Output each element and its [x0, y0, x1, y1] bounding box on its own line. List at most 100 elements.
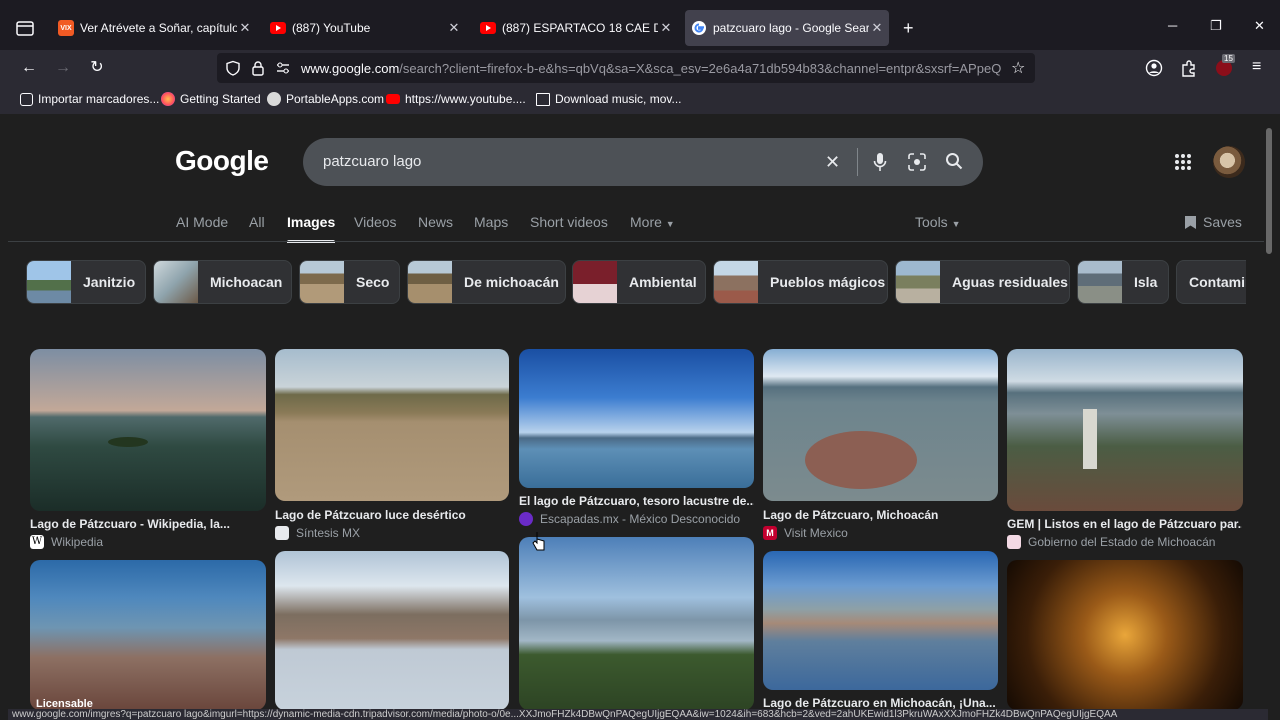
mouse-cursor-icon	[532, 532, 545, 551]
tools-button[interactable]: Tools ▼	[915, 214, 961, 230]
navigation-toolbar: ← → ↻ www.google.com/search?client=firef…	[0, 50, 1280, 86]
tab-google-search[interactable]: patzcuaro lago - Google Search ✕	[685, 10, 889, 46]
result-image[interactable]	[275, 349, 509, 501]
result-caption[interactable]: Lago de Pátzcuaro luce desértico	[275, 508, 510, 522]
gobierno-michoacan-icon	[1007, 535, 1021, 549]
bookmark-star-icon[interactable]: ☆	[1011, 58, 1025, 78]
result-source[interactable]: Escapadas.mx - México Desconocido	[519, 512, 740, 526]
search-type-tabs: AI Mode All Images Videos News Maps Shor…	[8, 214, 1264, 243]
close-window-button[interactable]: ✕	[1254, 18, 1265, 34]
tab-vix[interactable]: VIX Ver Atrévete a Soñar, capítulo 1 ✕	[52, 10, 257, 46]
result-image[interactable]	[30, 349, 266, 511]
chip-michoacan[interactable]: Michoacan	[153, 260, 292, 304]
permissions-icon[interactable]	[275, 61, 291, 75]
result-source[interactable]: W Wikipedia	[30, 535, 103, 549]
result-image[interactable]: Licensable	[30, 560, 266, 710]
bookmarks-toolbar: Importar marcadores... Getting Started P…	[0, 86, 1280, 114]
close-tab-icon[interactable]: ✕	[658, 20, 674, 36]
new-tab-button[interactable]: +	[903, 18, 914, 38]
youtube-icon	[270, 20, 286, 36]
result-caption[interactable]: Lago de Pátzcuaro, Michoacán	[763, 508, 998, 522]
chip-ambiental[interactable]: Ambiental	[572, 260, 706, 304]
chip-isla[interactable]: Isla	[1077, 260, 1169, 304]
tab-news[interactable]: News	[418, 214, 453, 230]
bookmark-getting-started[interactable]: Getting Started	[161, 92, 261, 106]
result-image[interactable]	[763, 349, 998, 501]
tab-title: patzcuaro lago - Google Search	[713, 21, 869, 35]
tab-more[interactable]: More ▼	[630, 214, 675, 230]
voice-search-icon[interactable]	[873, 152, 887, 172]
bookmark-import[interactable]: Importar marcadores...	[20, 92, 159, 106]
bookmark-download-music[interactable]: Download music, mov...	[536, 92, 682, 106]
menu-icon[interactable]: ≡	[1252, 58, 1261, 76]
search-box[interactable]: patzcuaro lago ✕	[303, 138, 983, 186]
list-all-tabs-icon[interactable]	[14, 17, 36, 39]
extension-badge: 15	[1222, 54, 1235, 63]
saves-button[interactable]: Saves	[1184, 214, 1242, 230]
search-input[interactable]: patzcuaro lago	[323, 153, 421, 170]
result-image[interactable]	[519, 537, 754, 710]
extensions-icon[interactable]	[1180, 59, 1198, 77]
result-image[interactable]	[519, 349, 754, 488]
chip-janitzio[interactable]: Janitzio	[26, 260, 146, 304]
result-image[interactable]	[275, 551, 509, 710]
tab-maps[interactable]: Maps	[474, 214, 508, 230]
chip-thumbnail	[300, 261, 344, 303]
result-image[interactable]	[1007, 349, 1243, 511]
search-icon[interactable]	[945, 152, 963, 170]
result-source[interactable]: Gobierno del Estado de Michoacán	[1007, 535, 1215, 549]
tab-images[interactable]: Images	[287, 214, 336, 243]
restore-button[interactable]: ❐	[1210, 18, 1222, 34]
result-caption[interactable]: Lago de Pátzcuaro en Michoacán, ¡Una...	[763, 696, 998, 710]
result-caption[interactable]: El lago de Pátzcuaro, tesoro lacustre de…	[519, 494, 754, 508]
refinement-chips: Janitzio Michoacan Seco De michoacán Amb…	[26, 260, 1246, 304]
chip-pueblos-magicos[interactable]: Pueblos mágicos	[713, 260, 888, 304]
close-tab-icon[interactable]: ✕	[237, 20, 253, 36]
back-icon[interactable]: ←	[20, 59, 38, 77]
youtube-icon	[386, 94, 400, 104]
tab-ai-mode[interactable]: AI Mode	[176, 214, 228, 230]
chip-label: De michoacán	[464, 274, 559, 290]
tab-youtube[interactable]: (887) YouTube ✕	[264, 10, 466, 46]
tab-videos[interactable]: Videos	[354, 214, 397, 230]
tab-all[interactable]: All	[249, 214, 265, 230]
chip-seco[interactable]: Seco	[299, 260, 400, 304]
tools-label: Tools	[915, 214, 948, 230]
avatar[interactable]	[1213, 146, 1245, 178]
close-tab-icon[interactable]: ✕	[446, 20, 462, 36]
bookmark-youtube[interactable]: https://www.youtube....	[386, 92, 526, 106]
result-image[interactable]	[1007, 560, 1243, 710]
tab-strip: VIX Ver Atrévete a Soñar, capítulo 1 ✕ (…	[0, 0, 1280, 50]
dropdown-caret-icon: ▼	[951, 219, 961, 229]
google-logo[interactable]: Google	[175, 145, 269, 177]
result-image[interactable]	[763, 551, 998, 690]
minimize-button[interactable]: ─	[1168, 18, 1177, 33]
reload-icon[interactable]: ↻	[88, 59, 106, 77]
result-source[interactable]: M Visit Mexico	[763, 526, 848, 540]
source-label: Escapadas.mx - México Desconocido	[540, 512, 741, 526]
chip-thumbnail	[154, 261, 198, 303]
url-bar[interactable]: www.google.com/search?client=firefox-b-e…	[217, 53, 1035, 83]
account-icon[interactable]	[1145, 59, 1163, 77]
result-caption[interactable]: Lago de Pátzcuaro - Wikipedia, la...	[30, 517, 265, 531]
chip-de-michoacan[interactable]: De michoacán	[407, 260, 566, 304]
clear-icon[interactable]: ✕	[825, 151, 840, 173]
chip-contaminacion[interactable]: Contamin	[1176, 260, 1246, 304]
lock-icon[interactable]	[251, 60, 265, 76]
island-shape	[805, 431, 917, 489]
bookmark-portableapps[interactable]: PortableApps.com	[267, 92, 384, 106]
dropdown-caret-icon: ▼	[665, 219, 675, 229]
google-apps-icon[interactable]	[1174, 153, 1192, 171]
close-tab-icon[interactable]: ✕	[869, 20, 885, 36]
page-scrollbar[interactable]	[1266, 128, 1272, 254]
tracking-protection-icon[interactable]	[225, 60, 241, 76]
chip-label: Pueblos mágicos	[770, 274, 886, 290]
tab-short-videos[interactable]: Short videos	[530, 214, 608, 230]
tab-youtube-espartaco[interactable]: (887) ESPARTACO 18 CAE DE NU ✕	[474, 10, 678, 46]
forward-icon[interactable]: →	[54, 59, 72, 77]
lens-icon[interactable]	[907, 152, 927, 172]
chip-aguas-residuales[interactable]: Aguas residuales	[895, 260, 1070, 304]
result-caption[interactable]: GEM | Listos en el lago de Pátzcuaro par…	[1007, 517, 1242, 531]
result-source[interactable]: Síntesis MX	[275, 526, 360, 540]
chip-label: Contamin	[1189, 274, 1246, 290]
